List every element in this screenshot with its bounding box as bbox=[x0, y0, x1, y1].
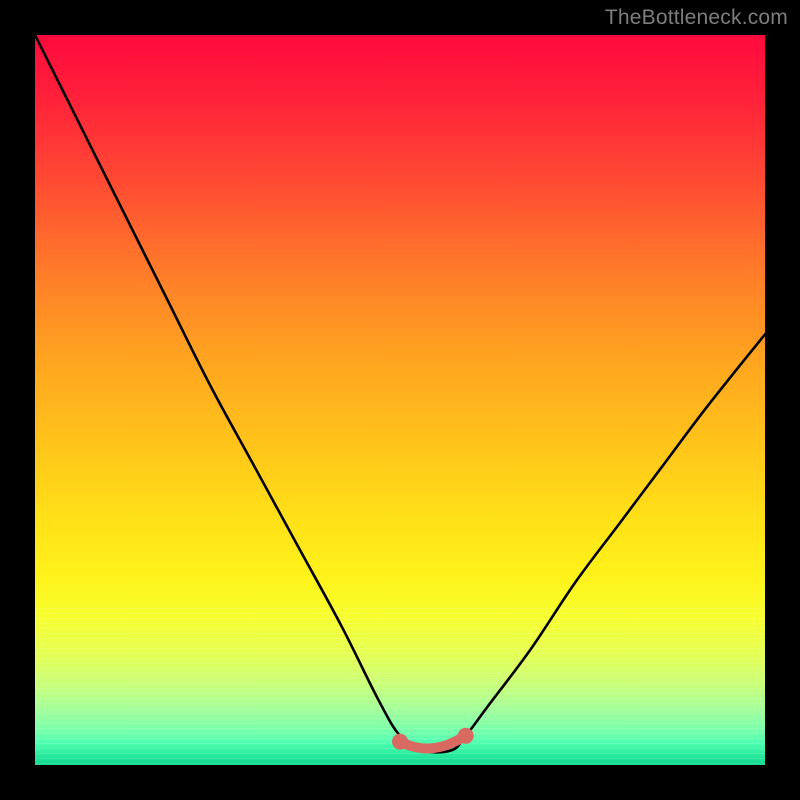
chart-frame: TheBottleneck.com bbox=[0, 0, 800, 800]
optimal-flat-segment bbox=[392, 728, 474, 750]
optimal-segment-endpoint bbox=[458, 728, 474, 744]
optimal-segment-endpoint bbox=[392, 734, 408, 750]
bottleneck-curve-path bbox=[35, 35, 765, 752]
chart-svg bbox=[35, 35, 765, 765]
attribution-watermark: TheBottleneck.com bbox=[605, 6, 788, 30]
plot-area bbox=[35, 35, 765, 765]
optimal-segment-path bbox=[400, 736, 466, 749]
